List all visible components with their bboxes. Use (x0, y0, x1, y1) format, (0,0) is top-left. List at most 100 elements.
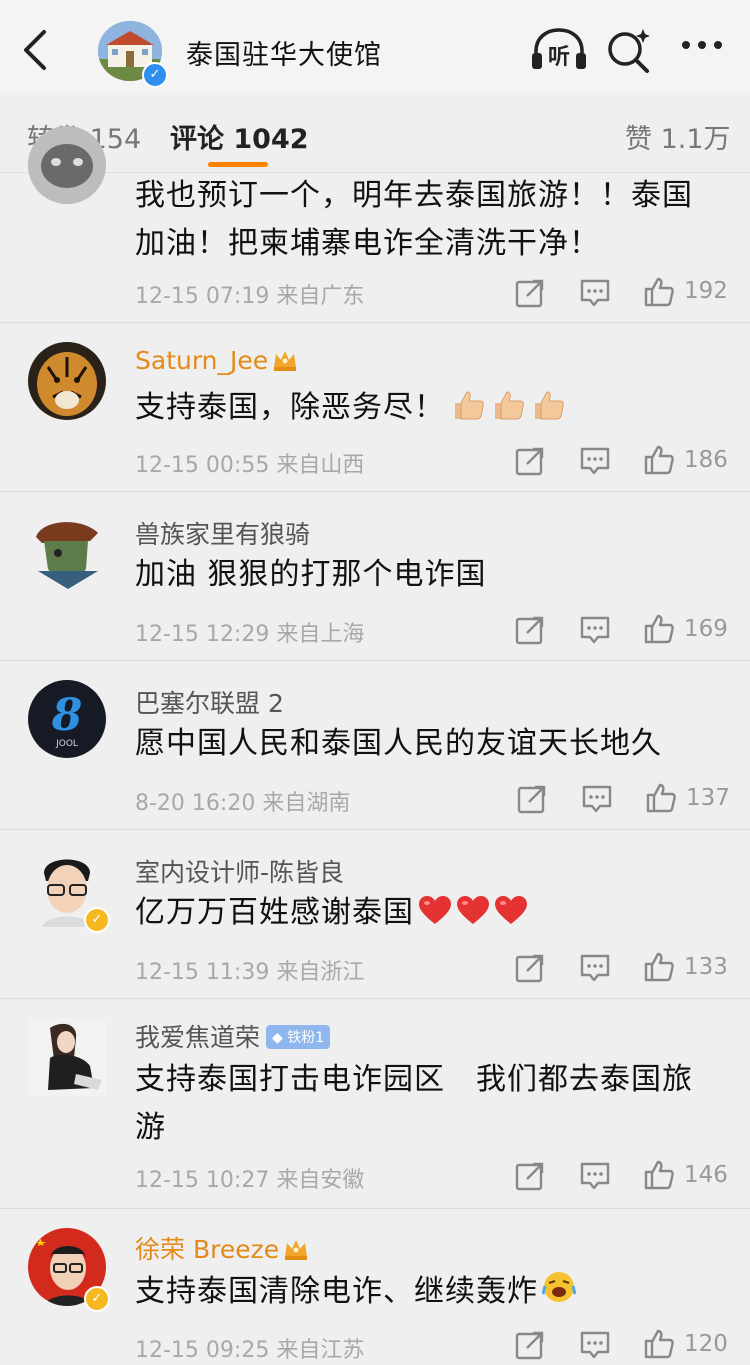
comment-time: 12-15 12:29 (135, 622, 270, 647)
comment-time: 12-15 07:19 (135, 284, 270, 309)
comment-location: 来自山西 (276, 453, 365, 478)
fan-level-badge: ◆ 铁粉1 (266, 1025, 331, 1049)
comment-text: 支持泰国，除恶务尽！ (135, 384, 725, 432)
comment-meta: 12-15 07:19 来自广东 (135, 278, 364, 310)
comment-text: 我也预订一个，明年去泰国旅游！！泰国 加油！把柬埔寨电诈全清洗干净！ (135, 172, 725, 268)
thumbs-up-emoji-icon (454, 391, 484, 420)
red-heart-emoji-icon (419, 896, 451, 924)
comment-icon[interactable] (580, 278, 610, 308)
share-icon[interactable] (515, 1330, 545, 1360)
like-count: 120 (684, 1331, 728, 1357)
red-heart-emoji-icon (457, 896, 489, 924)
comment-icon[interactable] (580, 615, 610, 645)
comment-icon[interactable] (580, 953, 610, 983)
comment-location: 来自安徽 (276, 1168, 365, 1193)
comment-text-line: 游 (135, 1110, 166, 1145)
comment-item: Saturn_Jee 支持泰国，除恶务尽！ 12-15 00:55 来自山西 1… (0, 322, 750, 492)
thumbs-up-emoji-icon (494, 391, 524, 420)
page-title: 泰国驻华大使馆 (186, 40, 382, 71)
comment-time: 12-15 10:27 (135, 1168, 270, 1193)
comment-icon[interactable] (580, 446, 610, 476)
like-icon[interactable] (643, 1159, 675, 1191)
like-icon[interactable] (643, 444, 675, 476)
comment-time: 12-15 09:25 (135, 1338, 270, 1363)
comment-text-line: 加油！把柬埔寨电诈全清洗干净！ (135, 226, 600, 261)
more-options-icon[interactable] (680, 38, 724, 52)
like-count: 169 (684, 616, 728, 642)
comment-text-line: 我也预订一个，明年去泰国旅游！！泰国 (135, 178, 693, 213)
comment-item: 我也预订一个，明年去泰国旅游！！泰国 加油！把柬埔寨电诈全清洗干净！ 12-15… (0, 126, 750, 323)
username-text: Saturn_Jee (135, 346, 269, 375)
comment-meta: 8-20 16:20 来自湖南 (135, 785, 350, 817)
like-icon[interactable] (643, 613, 675, 645)
like-count: 186 (684, 447, 728, 473)
username[interactable]: 我爱焦道荣 ◆ 铁粉1 (135, 1018, 331, 1054)
comment-meta: 12-15 09:25 来自江苏 (135, 1332, 364, 1364)
avatar-logo-text: JOOL (55, 739, 78, 749)
username[interactable]: 室内设计师-陈皆良 (135, 853, 344, 889)
user-avatar[interactable]: 8 JOOL (28, 680, 106, 758)
share-icon[interactable] (515, 446, 545, 476)
like-count: 137 (686, 785, 730, 811)
comment-text: 加油 狠狠的打那个电诈国 (135, 557, 487, 592)
comment-location: 来自上海 (276, 622, 365, 647)
svg-text:8: 8 (51, 690, 83, 741)
share-icon[interactable] (515, 953, 545, 983)
like-count: 133 (684, 954, 728, 980)
vip-crown-icon (285, 1240, 308, 1260)
share-icon[interactable] (515, 615, 545, 645)
comment-text-body: 亿万万百姓感谢泰国 (135, 895, 414, 930)
vip-crown-icon (274, 351, 297, 371)
like-count: 192 (684, 278, 728, 304)
verified-badge-icon: ✓ (84, 1286, 110, 1312)
username[interactable]: 兽族家里有狼骑 (135, 515, 310, 551)
user-avatar[interactable] (28, 511, 106, 589)
user-avatar[interactable] (28, 126, 106, 204)
user-avatar[interactable] (28, 342, 106, 420)
comment-text-body: 支持泰国清除电诈、继续轰炸 (135, 1274, 538, 1309)
comment-location: 来自江苏 (276, 1338, 365, 1363)
comment-icon[interactable] (580, 1330, 610, 1360)
fan-badge-label: 铁粉1 (287, 1030, 325, 1046)
like-icon[interactable] (645, 782, 677, 814)
username[interactable]: 徐荣 Breeze (135, 1230, 309, 1266)
like-icon[interactable] (643, 951, 675, 983)
like-icon[interactable] (643, 276, 675, 308)
share-icon[interactable] (515, 278, 545, 308)
comment-text-body: 支持泰国，除恶务尽！ (135, 390, 445, 425)
listen-label: 听 (548, 45, 570, 70)
username-text: 我爱焦道荣 (135, 1023, 261, 1052)
verified-badge-icon: ✓ (84, 907, 110, 933)
search-icon[interactable] (605, 27, 653, 75)
listen-headphones-icon[interactable]: 听 (530, 27, 588, 73)
comment-item: 我爱焦道荣 ◆ 铁粉1 支持泰国打击电诈园区 我们都去泰国旅 游 12-15 10… (0, 998, 750, 1209)
comment-item: 兽族家里有狼骑 加油 狠狠的打那个电诈国 12-15 12:29 来自上海 16… (0, 491, 750, 661)
comment-time: 12-15 00:55 (135, 453, 270, 478)
comment-text-line: 支持泰国打击电诈园区 我们都去泰国旅 (135, 1062, 693, 1097)
back-arrow-icon[interactable] (18, 28, 54, 72)
comment-item: ✓ 室内设计师-陈皆良 亿万万百姓感谢泰国 12-15 11:39 来自浙江 1… (0, 829, 750, 999)
comment-location: 来自广东 (276, 284, 365, 309)
comment-text: 支持泰国打击电诈园区 我们都去泰国旅 游 (135, 1056, 725, 1152)
tab-likes[interactable]: 赞 1.1万 (625, 117, 731, 156)
tab-comments[interactable]: 评论 1042 (170, 117, 309, 156)
comment-meta: 12-15 10:27 来自安徽 (135, 1162, 364, 1194)
comment-text: 亿万万百姓感谢泰国 (135, 889, 725, 937)
comment-text: 愿中国人民和泰国人民的友谊天长地久 (135, 726, 662, 761)
comment-time: 8-20 16:20 (135, 791, 256, 816)
red-heart-emoji-icon (495, 896, 527, 924)
share-icon[interactable] (517, 784, 547, 814)
user-avatar[interactable] (28, 1018, 106, 1096)
verified-badge-icon: ✓ (142, 62, 168, 88)
comment-icon[interactable] (582, 784, 612, 814)
share-icon[interactable] (515, 1161, 545, 1191)
thumbs-up-emoji-icon (534, 391, 564, 420)
username[interactable]: 巴塞尔联盟 2 (135, 684, 284, 720)
top-bar: ✓ 泰国驻华大使馆 听 (0, 0, 750, 95)
like-count: 146 (684, 1162, 728, 1188)
comment-meta: 12-15 11:39 来自浙江 (135, 954, 364, 986)
username[interactable]: Saturn_Jee (135, 346, 298, 375)
like-icon[interactable] (643, 1328, 675, 1360)
comment-icon[interactable] (580, 1161, 610, 1191)
comment-location: 来自湖南 (262, 791, 351, 816)
